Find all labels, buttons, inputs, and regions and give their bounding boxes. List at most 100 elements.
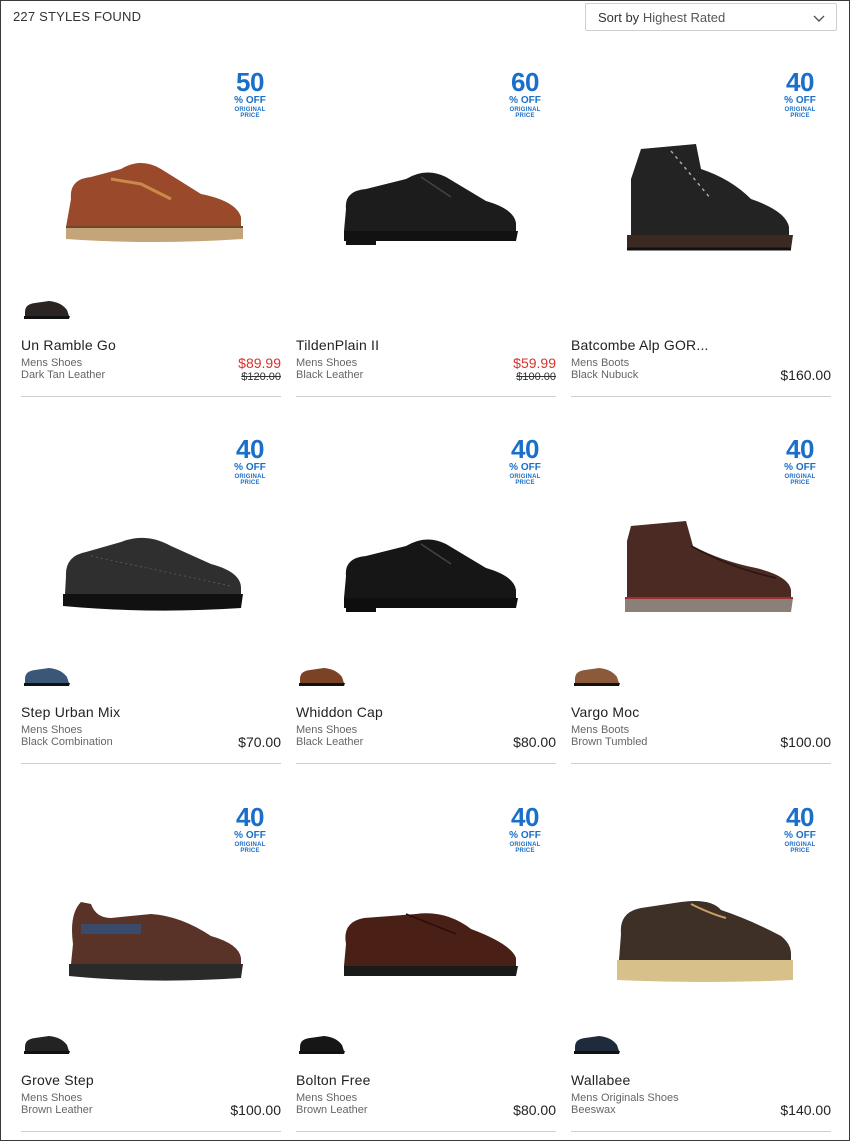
product-category: Mens Shoes (296, 724, 358, 736)
sort-value: Highest Rated (642, 10, 726, 25)
color-swatch[interactable] (571, 663, 623, 689)
product-name[interactable]: Grove Step (21, 1072, 241, 1088)
discount-percent: 40 (236, 802, 264, 832)
product-card[interactable]: 40 % OFF ORIGINAL PRICE Bolton Free Mens… (296, 784, 556, 1134)
divider (21, 1131, 281, 1132)
discount-off-label: % OFF (509, 830, 541, 841)
product-card[interactable]: 40 % OFF ORIGINAL PRICE Batcombe Alp GOR… (571, 49, 831, 399)
discount-off-label: % OFF (509, 95, 541, 106)
discount-off-label: % OFF (234, 95, 266, 106)
product-card[interactable]: 40 % OFF ORIGINAL PRICE Wallabee Mens Or… (571, 784, 831, 1134)
product-color: Black Combination (21, 736, 113, 748)
product-card[interactable]: 40 % OFF ORIGINAL PRICE Step Urban Mix M… (21, 416, 281, 766)
sort-dropdown[interactable]: Sort by Highest Rated (585, 3, 837, 31)
discount-off-label: % OFF (784, 95, 816, 106)
sort-label: Sort by Highest Rated (598, 10, 725, 25)
product-card[interactable]: 40 % OFF ORIGINAL PRICE Vargo Moc Mens B… (571, 416, 831, 766)
discount-badge: 40 % OFF ORIGINAL PRICE (777, 436, 823, 486)
discount-percent: 60 (511, 67, 539, 97)
product-name[interactable]: Un Ramble Go (21, 337, 241, 353)
product-image[interactable] (326, 506, 526, 626)
discount-percent: 40 (511, 434, 539, 464)
product-name[interactable]: Vargo Moc (571, 704, 791, 720)
product-image[interactable] (51, 506, 251, 626)
sale-price: $59.99 (513, 355, 556, 371)
product-image[interactable] (51, 139, 251, 259)
product-color: Black Leather (296, 736, 364, 748)
divider (571, 396, 831, 397)
discount-percent: 40 (786, 434, 814, 464)
discount-original-label: ORIGINAL PRICE (509, 842, 541, 854)
discount-percent: 40 (511, 802, 539, 832)
discount-percent: 40 (786, 802, 814, 832)
color-swatch[interactable] (21, 1031, 73, 1057)
discount-badge: 40 % OFF ORIGINAL PRICE (777, 804, 823, 854)
product-color: Brown Leather (296, 1104, 368, 1116)
product-category: Mens Shoes (21, 1092, 83, 1104)
discount-badge: 40 % OFF ORIGINAL PRICE (777, 69, 823, 119)
color-swatch[interactable] (21, 663, 73, 689)
discount-original-label: ORIGINAL PRICE (234, 842, 266, 854)
product-name[interactable]: Step Urban Mix (21, 704, 241, 720)
product-image[interactable] (601, 506, 801, 626)
price: $100.00 (230, 1102, 281, 1118)
discount-badge: 50 % OFF ORIGINAL PRICE (227, 69, 273, 119)
divider (296, 396, 556, 397)
divider (571, 763, 831, 764)
price: $70.00 (238, 734, 281, 750)
original-price: $120.00 (241, 371, 281, 383)
discount-percent: 40 (786, 67, 814, 97)
product-category: Mens Shoes (21, 724, 83, 736)
color-swatch[interactable] (296, 1031, 348, 1057)
product-image[interactable] (601, 139, 801, 259)
product-color: Brown Leather (21, 1104, 93, 1116)
color-swatch[interactable] (296, 663, 348, 689)
divider (21, 396, 281, 397)
product-image[interactable] (51, 874, 251, 994)
product-name[interactable]: Bolton Free (296, 1072, 516, 1088)
product-category: Mens Boots (571, 724, 630, 736)
product-card[interactable]: 60 % OFF ORIGINAL PRICE TildenPlain II M… (296, 49, 556, 399)
product-name[interactable]: TildenPlain II (296, 337, 516, 353)
divider (296, 1131, 556, 1132)
discount-off-label: % OFF (784, 830, 816, 841)
product-category: Mens Shoes (296, 357, 358, 369)
product-color: Black Nubuck (571, 369, 639, 381)
discount-badge: 40 % OFF ORIGINAL PRICE (227, 436, 273, 486)
product-name[interactable]: Whiddon Cap (296, 704, 516, 720)
discount-badge: 40 % OFF ORIGINAL PRICE (227, 804, 273, 854)
product-name[interactable]: Batcombe Alp GOR... (571, 337, 791, 353)
discount-original-label: ORIGINAL PRICE (784, 474, 816, 486)
divider (571, 1131, 831, 1132)
price: $140.00 (780, 1102, 831, 1118)
price: $100.00 (780, 734, 831, 750)
product-card[interactable]: 40 % OFF ORIGINAL PRICE Whiddon Cap Mens… (296, 416, 556, 766)
product-category: Mens Shoes (21, 357, 83, 369)
divider (296, 763, 556, 764)
product-name[interactable]: Wallabee (571, 1072, 791, 1088)
discount-percent: 50 (236, 67, 264, 97)
product-color: Black Leather (296, 369, 364, 381)
product-image[interactable] (326, 139, 526, 259)
price: $80.00 (513, 1102, 556, 1118)
discount-off-label: % OFF (784, 462, 816, 473)
discount-original-label: ORIGINAL PRICE (509, 474, 541, 486)
product-category: Mens Originals Shoes (571, 1092, 679, 1104)
discount-original-label: ORIGINAL PRICE (509, 107, 541, 119)
product-color: Dark Tan Leather (21, 369, 106, 381)
discount-off-label: % OFF (234, 830, 266, 841)
sort-by-text: Sort by (598, 10, 640, 25)
discount-original-label: ORIGINAL PRICE (234, 474, 266, 486)
discount-off-label: % OFF (234, 462, 266, 473)
product-card[interactable]: 40 % OFF ORIGINAL PRICE Grove Step Mens … (21, 784, 281, 1134)
discount-original-label: ORIGINAL PRICE (784, 842, 816, 854)
product-image[interactable] (601, 874, 801, 994)
discount-badge: 40 % OFF ORIGINAL PRICE (502, 804, 548, 854)
discount-original-label: ORIGINAL PRICE (234, 107, 266, 119)
product-color: Beeswax (571, 1104, 616, 1116)
discount-badge: 60 % OFF ORIGINAL PRICE (502, 69, 548, 119)
color-swatch[interactable] (571, 1031, 623, 1057)
color-swatch[interactable] (21, 296, 73, 322)
product-card[interactable]: 50 % OFF ORIGINAL PRICE Un Ramble Go Men… (21, 49, 281, 399)
product-image[interactable] (326, 874, 526, 994)
